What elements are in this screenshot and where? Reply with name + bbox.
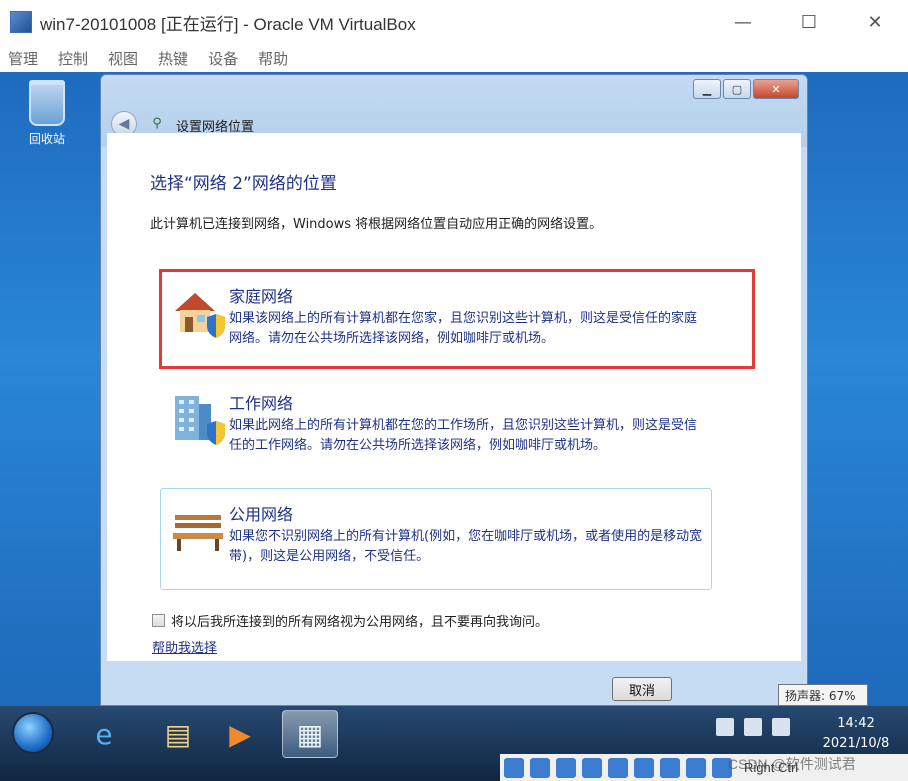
audio-status-icon[interactable]	[556, 757, 576, 778]
menu-hotkeys[interactable]: 热键	[158, 48, 188, 69]
work-network-icon	[175, 396, 225, 445]
windows-explorer-icon[interactable]: ▤	[150, 710, 206, 758]
treat-all-public-label: 将以后我所连接到的所有网络视为公用网络，且不要再向我询问。	[171, 615, 549, 630]
network-control-panel-icon[interactable]: ▦	[282, 710, 338, 758]
help-me-choose-link[interactable]: 帮助我选择	[152, 637, 217, 656]
video-capture-status-icon[interactable]	[686, 757, 706, 778]
window-title: win7-20101008 [正在运行] - Oracle VM Virtual…	[40, 14, 416, 34]
menu-manage[interactable]: 管理	[8, 48, 38, 69]
cancel-button[interactable]: 取消	[612, 677, 672, 701]
menu-devices[interactable]: 设备	[208, 48, 238, 69]
treat-all-public-checkbox-row[interactable]: 将以后我所连接到的所有网络视为公用网络，且不要再向我询问。	[152, 611, 548, 630]
dialog-minimize-button[interactable]: ▁	[693, 79, 721, 99]
shared-folders-status-icon[interactable]	[634, 757, 654, 778]
csdn-watermark: CSDN @软件测试君	[728, 756, 856, 772]
virtualbox-app-icon	[10, 11, 32, 33]
media-player-icon[interactable]: ▶	[212, 710, 268, 758]
public-network-title: 公用网络	[229, 505, 294, 524]
virtualbox-menu-bar: 管理 控制 视图 热键 设备 帮助	[0, 44, 908, 72]
optical-drive-status-icon[interactable]	[530, 757, 550, 778]
recycle-bin-icon	[29, 80, 65, 126]
network-tray-icon[interactable]	[744, 718, 762, 736]
close-button[interactable]: ✕	[842, 0, 908, 44]
taskbar-clock[interactable]: 14:42 2021/10/8	[808, 714, 904, 754]
work-network-description: 如果此网络上的所有计算机都在您的工作场所，且您识别这些计算机，则这是受信任的工作…	[229, 418, 698, 453]
clock-date: 2021/10/8	[822, 736, 890, 751]
volume-tooltip: 扬声器: 67%	[778, 684, 868, 706]
treat-all-public-checkbox[interactable]	[152, 614, 165, 627]
clock-time: 14:42	[837, 716, 875, 731]
display-status-icon[interactable]	[660, 757, 680, 778]
maximize-button[interactable]: ☐	[776, 0, 842, 44]
internet-explorer-icon[interactable]: e	[76, 710, 132, 758]
dialog-close-button[interactable]: ✕	[753, 79, 799, 99]
work-network-option[interactable]: 工作网络 如果此网络上的所有计算机都在您的工作场所，且您识别这些计算机，则这是受…	[160, 377, 712, 479]
menu-view[interactable]: 视图	[108, 48, 138, 69]
public-network-description: 如果您不识别网络上的所有计算机(例如，您在咖啡厅或机场，或者使用的是移动宽带)，…	[229, 529, 703, 564]
usb-status-icon[interactable]	[608, 757, 628, 778]
public-network-icon	[173, 515, 223, 551]
speaker-icon[interactable]	[772, 718, 790, 736]
dialog-description: 此计算机已连接到网络，Windows 将根据网络位置自动应用正确的网络设置。	[150, 217, 603, 232]
highlight-annotation-box	[159, 269, 755, 369]
virtualbox-title-bar: win7-20101008 [正在运行] - Oracle VM Virtual…	[0, 0, 908, 44]
menu-help[interactable]: 帮助	[258, 48, 288, 69]
work-network-title: 工作网络	[229, 394, 294, 413]
recycle-bin-label: 回收站	[28, 132, 65, 146]
dialog-content: 选择“网络 2”网络的位置 此计算机已连接到网络，Windows 将根据网络位置…	[107, 133, 801, 661]
set-network-location-dialog: ▁ ▢ ✕ ◀ ⚲ 设置网络位置 选择“网络 2”网络的位置 此计算机已连接到网…	[100, 74, 808, 706]
storage-status-icon[interactable]	[504, 757, 524, 778]
start-button[interactable]	[12, 712, 54, 754]
dialog-heading: 选择“网络 2”网络的位置	[150, 174, 337, 194]
menu-control[interactable]: 控制	[58, 48, 88, 69]
public-network-option[interactable]: 公用网络 如果您不识别网络上的所有计算机(例如，您在咖啡厅或机场，或者使用的是移…	[160, 488, 712, 590]
vm-display[interactable]: 回收站 ▁ ▢ ✕ ◀ ⚲ 设置网络位置 选择“网络 2”网络的位置 此计算机已…	[0, 72, 908, 781]
network-status-icon[interactable]	[582, 757, 602, 778]
system-tray	[716, 718, 790, 736]
minimize-button[interactable]: —	[710, 0, 776, 44]
dialog-maximize-button[interactable]: ▢	[723, 79, 751, 99]
recycle-bin-desktop-icon[interactable]: 回收站	[22, 80, 72, 147]
network-location-icon: ⚲	[152, 116, 162, 131]
action-center-icon[interactable]	[716, 718, 734, 736]
